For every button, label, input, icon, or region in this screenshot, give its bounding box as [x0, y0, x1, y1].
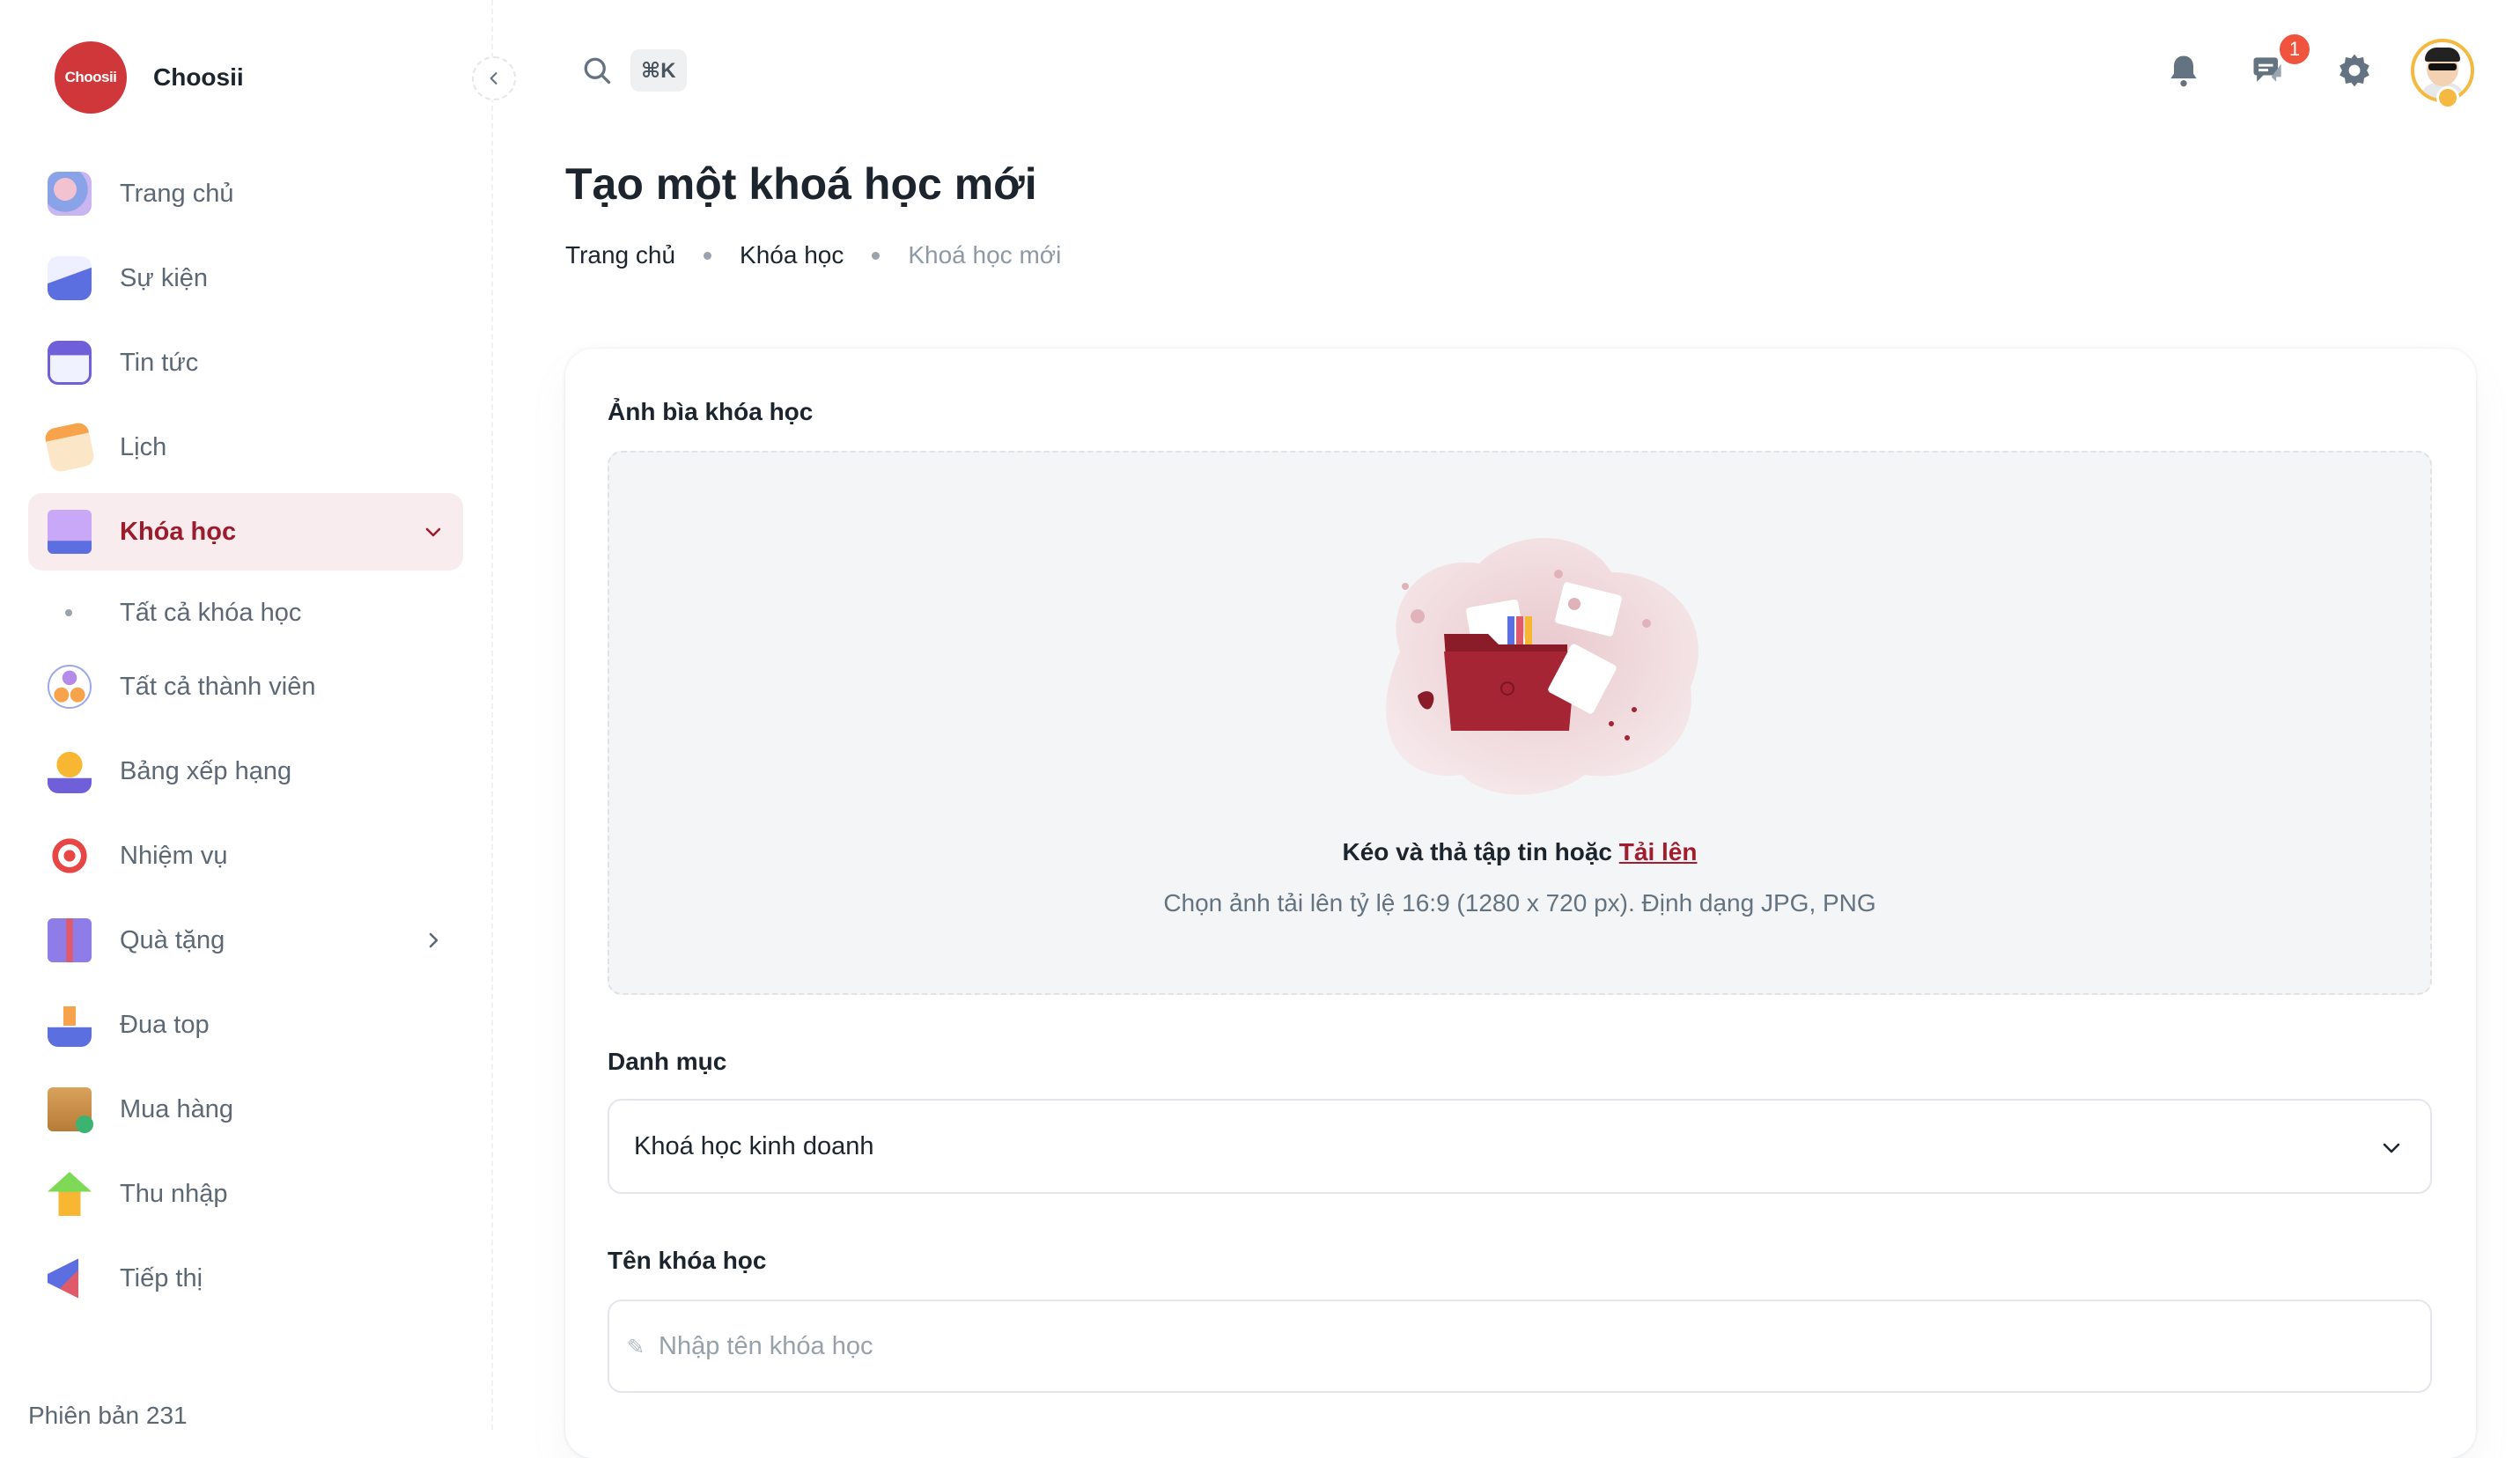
news-icon [48, 341, 92, 385]
podium-icon [48, 1003, 92, 1047]
sidebar-item-label: Tiếp thị [120, 1263, 203, 1292]
category-label: Danh mục [608, 1048, 727, 1075]
sidebar-item-label: Đua top [120, 1010, 210, 1039]
sidebar-item-income[interactable]: Thu nhập [28, 1155, 463, 1233]
sidebar: Choosii Choosii Trang chủ Sự kiện Tin tứ… [0, 0, 493, 1430]
upload-title: Kéo và thả tập tin hoặc Tải lên [609, 838, 2430, 866]
app-version: Phiên bản 231 [28, 1402, 188, 1429]
category-select[interactable]: Khoá học kinh doanh [608, 1099, 2432, 1194]
event-icon [48, 256, 92, 300]
gear-icon[interactable] [2335, 51, 2374, 90]
sidebar-item-race-top[interactable]: Đua top [28, 986, 463, 1064]
gift-icon [48, 918, 92, 962]
upload-text: Kéo và thả tập tin hoặc [1342, 838, 1613, 865]
avatar-sunglasses [2428, 63, 2457, 70]
sidebar-item-label: Lịch [120, 432, 167, 461]
sidebar-item-label: Bảng xếp hạng [120, 756, 292, 785]
sidebar-item-members[interactable]: Tất cả thành viên [28, 648, 463, 725]
brand-name: Choosii [153, 63, 244, 91]
search-shortcut[interactable]: ⌘K [630, 49, 687, 92]
sidebar-nav: Trang chủ Sự kiện Tin tức Lịch Khóa học … [28, 155, 463, 1324]
collapse-sidebar-button[interactable] [472, 56, 516, 100]
category-selected-value: Khoá học kinh doanh [634, 1131, 874, 1160]
megaphone-icon [48, 1258, 78, 1299]
bullet-icon [65, 609, 72, 616]
cover-dropzone[interactable]: Kéo và thả tập tin hoặc Tải lên Chọn ảnh… [608, 451, 2432, 995]
search-icon[interactable] [581, 55, 613, 86]
brand[interactable]: Choosii Choosii [55, 40, 244, 114]
sidebar-item-events[interactable]: Sự kiện [28, 239, 463, 317]
sidebar-item-courses[interactable]: Khóa học [28, 493, 463, 571]
chevron-left-icon [490, 72, 497, 85]
sidebar-item-calendar[interactable]: Lịch [28, 409, 463, 486]
chat-badge: 1 [2277, 32, 2312, 67]
breadcrumb-courses[interactable]: Khóa học [740, 241, 844, 269]
chevron-down-icon[interactable] [423, 521, 444, 542]
upload-link[interactable]: Tải lên [1619, 838, 1698, 865]
sidebar-item-shopping[interactable]: Mua hàng [28, 1071, 463, 1148]
calendar-icon [43, 421, 96, 474]
breadcrumb-home[interactable]: Trang chủ [565, 241, 675, 269]
upload-folder-illustration [1386, 538, 1698, 795]
sidebar-item-gifts[interactable]: Quà tặng [28, 902, 463, 979]
sidebar-item-label: Tất cả thành viên [120, 672, 316, 701]
home-icon [48, 172, 92, 216]
course-form-card: Ảnh bìa khóa học Kéo và thả tập tin hoặc… [565, 349, 2476, 1458]
sidebar-subitem-all-courses[interactable]: Tất cả khóa học [28, 578, 463, 648]
sidebar-item-leaderboard[interactable]: Bảng xếp hạng [28, 733, 463, 810]
cover-label: Ảnh bìa khóa học [608, 398, 814, 425]
shopping-icon [48, 1087, 93, 1133]
sidebar-item-label: Sự kiện [120, 263, 209, 292]
bell-icon[interactable] [2164, 51, 2203, 90]
sidebar-item-label: Nhiệm vụ [120, 841, 228, 870]
sidebar-subitem-label: Tất cả khóa học [120, 598, 302, 627]
course-name-label: Tên khóa học [608, 1247, 767, 1274]
pencil-icon: ✎ [627, 1336, 645, 1359]
breadcrumb: Trang chủ Khóa học Khoá học mới [565, 241, 1061, 269]
trophy-icon [48, 749, 92, 793]
sidebar-item-label: Khóa học [120, 517, 237, 546]
chevron-right-icon[interactable] [423, 930, 444, 951]
target-icon [48, 834, 92, 878]
brand-logo: Choosii [55, 41, 127, 114]
sidebar-item-home[interactable]: Trang chủ [28, 155, 463, 232]
sidebar-item-label: Quà tặng [120, 925, 225, 954]
members-icon [48, 665, 92, 709]
income-icon [48, 1172, 92, 1216]
sidebar-item-label: Trang chủ [120, 179, 234, 208]
sidebar-item-label: Mua hàng [120, 1094, 233, 1123]
breadcrumb-separator [704, 251, 712, 260]
sidebar-item-missions[interactable]: Nhiệm vụ [28, 817, 463, 895]
avatar-hair [2425, 48, 2460, 62]
sidebar-item-marketing[interactable]: Tiếp thị [28, 1240, 463, 1317]
breadcrumb-separator [872, 251, 881, 260]
page-title: Tạo một khoá học mới [565, 159, 1037, 209]
sidebar-item-news[interactable]: Tin tức [28, 324, 463, 401]
upload-hint: Chọn ảnh tải lên tỷ lệ 16:9 (1280 x 720 … [1163, 889, 1876, 917]
sidebar-item-label: Tin tức [120, 348, 199, 377]
sidebar-item-label: Thu nhập [120, 1179, 228, 1208]
course-icon [48, 510, 92, 554]
chevron-down-icon [2383, 1143, 2400, 1153]
course-name-input[interactable] [608, 1300, 2432, 1393]
breadcrumb-current: Khoá học mới [908, 241, 1062, 269]
avatar-level-icon [2436, 86, 2459, 109]
